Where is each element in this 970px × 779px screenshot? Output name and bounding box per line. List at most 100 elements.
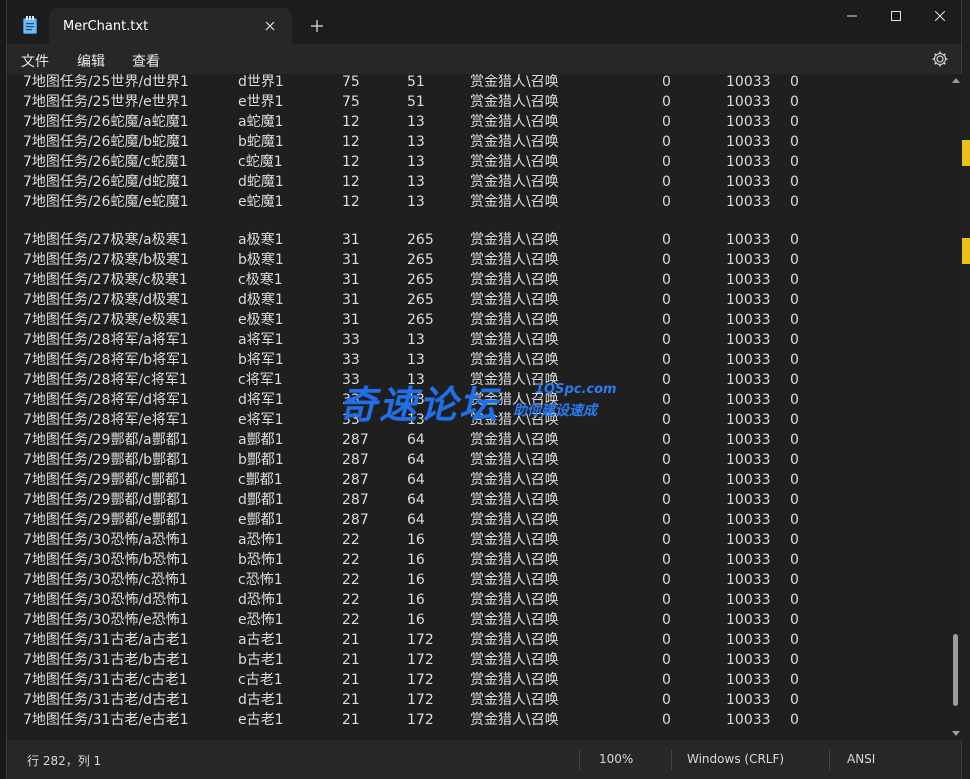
line-field: 7地图任务/28将军/d将军1 xyxy=(23,392,189,408)
line-field: 赏金猎人\召唤 xyxy=(470,114,559,130)
line-field: 7地图任务/27极寒/c极寒1 xyxy=(23,272,188,288)
zoom-level[interactable]: 100% xyxy=(599,752,633,766)
line-field: 0 xyxy=(790,652,799,668)
line-field: 13 xyxy=(407,154,425,170)
line-field: 64 xyxy=(407,452,425,468)
line-field: 12 xyxy=(342,174,360,190)
line-field: 287 xyxy=(342,492,369,508)
line-field: d蛇魔1 xyxy=(238,174,284,190)
line-field: 33 xyxy=(342,352,360,368)
line-field: 0 xyxy=(662,392,671,408)
line-field: 10033 xyxy=(726,134,771,150)
notepad-window: MerChant.txt 文件 编辑 查看 7地图任务/25世界/d世界1 d世界… xyxy=(6,0,962,779)
line-field: b蛇魔1 xyxy=(238,134,284,150)
close-icon[interactable] xyxy=(258,14,282,38)
line-field: d恐怖1 xyxy=(238,592,284,608)
line-field: 172 xyxy=(407,712,434,728)
scroll-down-icon[interactable] xyxy=(952,731,960,736)
line-field: 10033 xyxy=(726,532,771,548)
line-field: 7地图任务/26蛇魔/a蛇魔1 xyxy=(23,114,189,130)
line-field: 0 xyxy=(662,154,671,170)
line-field: 0 xyxy=(790,252,799,268)
title-bar[interactable]: MerChant.txt xyxy=(7,0,961,44)
line-field: 0 xyxy=(662,74,671,90)
line-field: 0 xyxy=(662,692,671,708)
line-field: e恐怖1 xyxy=(238,612,284,628)
line-field: 12 xyxy=(342,154,360,170)
line-field: 0 xyxy=(662,134,671,150)
line-field: 7地图任务/30恐怖/d恐怖1 xyxy=(23,592,189,608)
line-field: 10033 xyxy=(726,692,771,708)
menu-file[interactable]: 文件 xyxy=(21,51,49,71)
line-field: 265 xyxy=(407,232,434,248)
status-bar: 行 282，列 1 100% Windows (CRLF) ANSI xyxy=(7,740,961,779)
line-field: 7地图任务/28将军/b将军1 xyxy=(23,352,189,368)
line-field: 0 xyxy=(790,512,799,528)
desktop-background-right xyxy=(962,0,970,779)
line-field: 21 xyxy=(342,652,360,668)
line-field: 265 xyxy=(407,252,434,268)
scrollbar-thumb[interactable] xyxy=(953,634,958,706)
line-field: 0 xyxy=(662,512,671,528)
line-field: 0 xyxy=(790,572,799,588)
menu-edit[interactable]: 编辑 xyxy=(77,51,105,71)
line-field: 赏金猎人\召唤 xyxy=(470,134,559,150)
menu-view[interactable]: 查看 xyxy=(132,51,160,71)
line-field: b极寒1 xyxy=(238,252,284,268)
encoding[interactable]: ANSI xyxy=(847,752,875,766)
line-field: 0 xyxy=(790,692,799,708)
line-field: 13 xyxy=(407,174,425,190)
window-close-button[interactable] xyxy=(917,0,963,32)
line-field: 7地图任务/31古老/e古老1 xyxy=(23,712,189,728)
line-field: e将军1 xyxy=(238,412,284,428)
vertical-scrollbar[interactable] xyxy=(950,74,962,740)
tab-merchant-txt[interactable]: MerChant.txt xyxy=(49,8,292,44)
line-field: 0 xyxy=(662,652,671,668)
line-field: 0 xyxy=(790,452,799,468)
line-field: 172 xyxy=(407,652,434,668)
line-field: 7地图任务/30恐怖/b恐怖1 xyxy=(23,552,189,568)
line-field: 赏金猎人\召唤 xyxy=(470,532,559,548)
line-field: 0 xyxy=(662,712,671,728)
line-field: 10033 xyxy=(726,632,771,648)
line-field: e极寒1 xyxy=(238,312,284,328)
line-field: 10033 xyxy=(726,572,771,588)
line-field: 16 xyxy=(407,572,425,588)
line-field: e古老1 xyxy=(238,712,284,728)
line-field: 265 xyxy=(407,272,434,288)
line-ending[interactable]: Windows (CRLF) xyxy=(687,752,784,766)
line-field: 0 xyxy=(790,174,799,190)
line-field: a酆都1 xyxy=(238,432,284,448)
line-field: 0 xyxy=(662,672,671,688)
line-field: d古老1 xyxy=(238,692,284,708)
plus-icon[interactable] xyxy=(305,14,329,38)
line-field: 0 xyxy=(662,174,671,190)
line-field: 64 xyxy=(407,492,425,508)
line-field: 31 xyxy=(342,232,360,248)
line-field: 10033 xyxy=(726,432,771,448)
line-field: 赏金猎人\召唤 xyxy=(470,272,559,288)
line-field: b将军1 xyxy=(238,352,284,368)
line-field: 0 xyxy=(662,252,671,268)
line-field: 22 xyxy=(342,612,360,628)
gear-icon[interactable] xyxy=(931,50,949,68)
line-field: 172 xyxy=(407,692,434,708)
line-field: 7地图任务/31古老/d古老1 xyxy=(23,692,189,708)
line-field: 13 xyxy=(407,194,425,210)
line-field: 16 xyxy=(407,532,425,548)
scroll-up-icon[interactable] xyxy=(952,78,960,83)
line-field: a蛇魔1 xyxy=(238,114,284,130)
line-field: 0 xyxy=(790,492,799,508)
line-field: 7地图任务/29酆都/a酆都1 xyxy=(23,432,189,448)
line-field: 7地图任务/27极寒/d极寒1 xyxy=(23,292,189,308)
line-field: b酆都1 xyxy=(238,452,284,468)
line-field: 7地图任务/30恐怖/c恐怖1 xyxy=(23,572,188,588)
minimize-button[interactable] xyxy=(829,0,875,32)
line-field: 0 xyxy=(790,532,799,548)
menu-bar: 文件 编辑 查看 xyxy=(7,44,961,74)
text-editor[interactable]: 7地图任务/25世界/d世界1 d世界1 75 51 赏金猎人\召唤 0 10033 0 7地图… xyxy=(7,74,950,740)
maximize-button[interactable] xyxy=(873,0,919,32)
line-field: 172 xyxy=(407,672,434,688)
line-field: 0 xyxy=(662,492,671,508)
line-field: 21 xyxy=(342,672,360,688)
